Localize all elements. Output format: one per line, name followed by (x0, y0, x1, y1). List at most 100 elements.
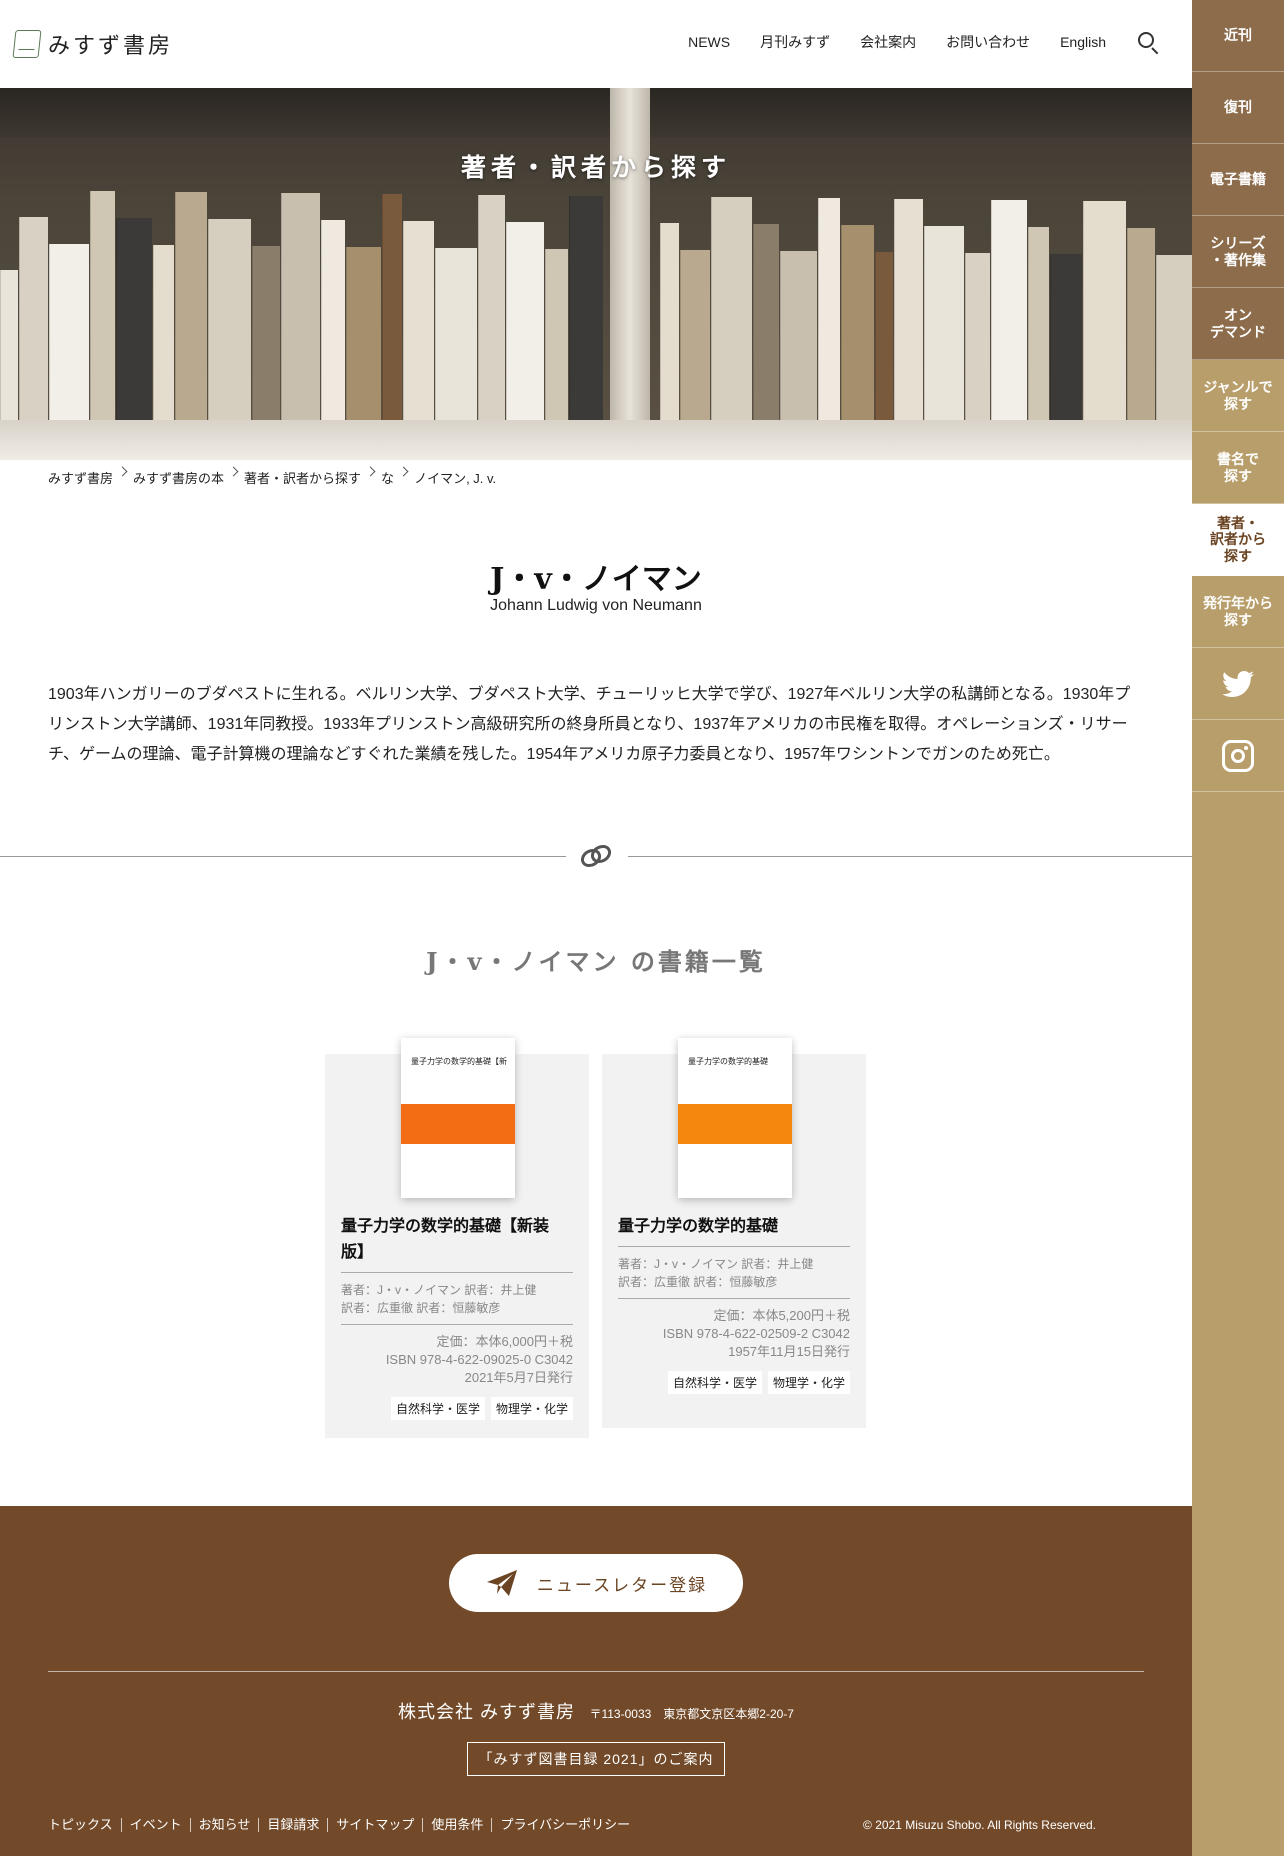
footer-link-events[interactable]: イベント (120, 1818, 190, 1832)
book-spine (1050, 254, 1082, 420)
nav-company[interactable]: 会社案内 (860, 32, 916, 52)
book-spine (153, 245, 174, 420)
book-spine (924, 226, 964, 420)
site-logo[interactable]: みすず書房 (12, 28, 174, 60)
book-isbn: ISBN 978-4-622-02509-2 C3042 (662, 1326, 850, 1341)
book-spine (435, 248, 477, 420)
book-people-line: 訳者：広重徹 訳者：恒藤敏彦 (618, 1275, 778, 1289)
instagram-icon (1222, 739, 1254, 772)
chevron-right-icon (365, 466, 376, 477)
newsletter-button[interactable]: ニュースレター登録 (449, 1554, 743, 1612)
side-nav-by-genre[interactable]: ジャンルで 探す (1192, 360, 1284, 432)
book-spine (346, 247, 381, 420)
author-bio: 1903年ハンガリーのブダペストに生れる。ベルリン大学、ブダペスト大学、チューリ… (48, 686, 1131, 763)
footer-link-catalog-request[interactable]: 目録請求 (258, 1818, 327, 1832)
footer-link-sitemap[interactable]: サイトマップ (327, 1818, 422, 1832)
book-spine (506, 222, 544, 420)
genre-tag[interactable]: 自然科学・医学 (667, 1371, 762, 1394)
search-icon[interactable] (1136, 30, 1160, 55)
breadcrumb-item[interactable]: な (381, 468, 394, 487)
footer-link-privacy[interactable]: プライバシーポリシー (491, 1818, 638, 1832)
breadcrumb-current: ノイマン, J. v. (414, 471, 497, 486)
site-footer: ニュースレター登録 株式会社 みすず書房 〒113-0033 東京都文京区本郷2… (0, 1506, 1192, 1856)
hero-banner: 著者・訳者から探す (0, 88, 1192, 460)
book-spine (1083, 201, 1126, 420)
book-list-title: J・v・ノイマン の書籍一覧 (426, 947, 766, 976)
chain-link-icon (580, 844, 612, 868)
book-spine (478, 195, 505, 420)
book-spine (49, 244, 89, 420)
genre-tag[interactable]: 物理学・化学 (490, 1397, 573, 1420)
side-nav-series[interactable]: シリーズ ・著作集 (1192, 216, 1284, 288)
book-spine (841, 225, 874, 420)
nav-news[interactable]: NEWS (688, 34, 730, 50)
side-nav-instagram[interactable] (1192, 720, 1284, 792)
book-spine (0, 270, 18, 420)
book-card[interactable]: 量子力学の数学的基礎 量子力学の数学的基礎 著者：J・v・ノイマン 訳者：井上健… (602, 1038, 866, 1428)
book-isbn: ISBN 978-4-622-09025-0 C3042 (385, 1352, 573, 1367)
breadcrumb-item[interactable]: 著者・訳者から探す (244, 468, 361, 487)
company-address: 〒113-0033 東京都文京区本郷2-20-7 (589, 1707, 794, 1721)
logo-text: みすず書房 (48, 34, 174, 59)
side-nav-on-demand[interactable]: オン デマンド (1192, 288, 1284, 360)
side-nav-upcoming[interactable]: 近刊 (1192, 0, 1284, 72)
breadcrumb: みすず書房 みすず書房の本 著者・訳者から探す な ノイマン, J. v. (48, 466, 497, 487)
side-nav-by-year[interactable]: 発行年から 探す (1192, 576, 1284, 648)
book-spine (175, 192, 207, 420)
book-spine (545, 249, 568, 420)
nav-contact[interactable]: お問い合わせ (946, 32, 1030, 52)
breadcrumb-item[interactable]: みすず書房 (48, 468, 113, 487)
side-nav-twitter[interactable] (1192, 648, 1284, 720)
hero-title: 著者・訳者から探す (460, 154, 731, 182)
book-price: 定価：本体6,000円＋税 (436, 1334, 573, 1349)
book-spine (818, 198, 840, 420)
side-nav-by-title[interactable]: 書名で 探す (1192, 432, 1284, 504)
breadcrumb-item[interactable]: みすず書房の本 (133, 468, 224, 487)
side-nav-ebooks[interactable]: 電子書籍 (1192, 144, 1284, 216)
logo-mark-icon (12, 30, 42, 58)
genre-tag[interactable]: 物理学・化学 (767, 1371, 850, 1394)
book-cover[interactable]: 量子力学の数学的基礎【新装版】 (401, 1038, 515, 1198)
book-date: 1957年11月15日発行 (728, 1344, 850, 1359)
book-card[interactable]: 量子力学の数学的基礎【新装版】 量子力学の数学的基礎【新装版】 著者：J・v・ノ… (325, 1038, 589, 1438)
side-nav: 近刊 復刊 電子書籍 シリーズ ・著作集 オン デマンド ジャンルで 探す 書名… (1183, 0, 1284, 1856)
company-info: 株式会社 みすず書房 〒113-0033 東京都文京区本郷2-20-7 (0, 1698, 1192, 1724)
author-name-en: Johann Ludwig von Neumann (490, 597, 702, 614)
book-date: 2021年5月7日発行 (464, 1370, 573, 1385)
book-people-line: 著者：J・v・ノイマン 訳者：井上健 (618, 1257, 814, 1271)
book-spine (281, 193, 320, 420)
nav-english[interactable]: English (1060, 34, 1106, 50)
book-spine (991, 200, 1027, 420)
book-people: 著者：J・v・ノイマン 訳者：井上健 訳者：広重徹 訳者：恒藤敏彦 (618, 1247, 850, 1299)
footer-link-terms[interactable]: 使用条件 (422, 1818, 491, 1832)
book-spine (116, 218, 152, 420)
chevron-right-icon (117, 466, 128, 477)
book-cover[interactable]: 量子力学の数学的基礎 (678, 1038, 792, 1198)
genre-tag[interactable]: 自然科学・医学 (390, 1397, 485, 1420)
footer-link-topics[interactable]: トピックス (48, 1818, 121, 1832)
nav-monthly-misuzu[interactable]: 月刊みすず (760, 32, 830, 52)
book-spine (680, 250, 710, 420)
book-spine (780, 251, 817, 420)
chevron-right-icon (228, 466, 239, 477)
book-spine (90, 191, 115, 420)
main-nav: NEWS 月刊みすず 会社案内 お問い合わせ English (688, 30, 1160, 55)
book-spine (965, 253, 990, 420)
side-nav-reissue[interactable]: 復刊 (1192, 72, 1284, 144)
book-spine (660, 223, 679, 420)
side-nav-by-author[interactable]: 著者・ 訳者から 探す (1183, 504, 1284, 576)
book-title[interactable]: 量子力学の数学的基礎 (618, 1214, 850, 1247)
book-spine (1127, 228, 1155, 420)
footer-link-notices[interactable]: お知らせ (189, 1818, 259, 1832)
section-divider (0, 844, 1192, 868)
book-price: 定価：本体5,200円＋税 (713, 1308, 850, 1323)
book-spine (875, 252, 893, 420)
catalog-button[interactable]: 「みすず図書目録 2021」のご案内 (467, 1742, 725, 1776)
book-people-line: 著者：J・v・ノイマン 訳者：井上健 (341, 1283, 537, 1297)
book-spine (403, 221, 434, 420)
book-title[interactable]: 量子力学の数学的基礎【新装版】 (341, 1214, 573, 1273)
book-meta: 定価：本体6,000円＋税 ISBN 978-4-622-09025-0 C30… (341, 1325, 573, 1387)
book-spine (1156, 255, 1192, 420)
copyright: © 2021 Misuzu Shobo. All Rights Reserved… (863, 1818, 1096, 1832)
chevron-right-icon (398, 466, 409, 477)
